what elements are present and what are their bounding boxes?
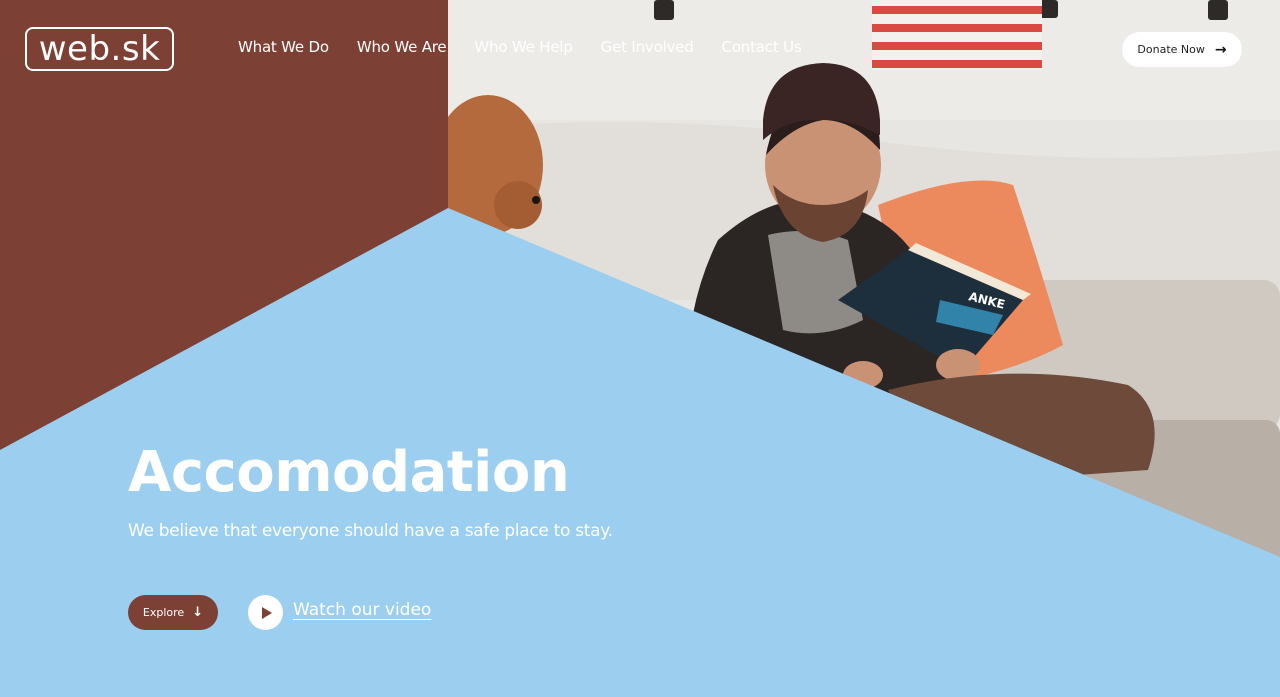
donate-button[interactable]: Donate Now → xyxy=(1122,32,1242,67)
site-logo[interactable]: web.sk xyxy=(25,27,174,71)
nav-item-get-involved[interactable]: Get Involved xyxy=(601,38,694,56)
main-nav: What We Do Who We Are Who We Help Get In… xyxy=(238,38,802,56)
explore-button[interactable]: Explore ↓ xyxy=(128,595,218,630)
logo-text: web.sk xyxy=(38,29,161,69)
hero-section: ANKE web.sk What We Do Who We Are Who We… xyxy=(0,0,1280,697)
play-video-button[interactable] xyxy=(248,595,283,630)
explore-label: Explore xyxy=(142,606,185,619)
arrow-right-icon: → xyxy=(1214,41,1227,58)
blue-diagonal-shape xyxy=(0,208,1280,697)
nav-item-who-we-are[interactable]: Who We Are xyxy=(357,38,447,56)
play-icon xyxy=(261,606,272,619)
hero-subtitle: We believe that everyone should have a s… xyxy=(128,521,613,541)
arrow-down-icon: ↓ xyxy=(192,605,204,620)
hero-title: Accomodation xyxy=(128,440,570,505)
watch-video-link[interactable]: Watch our video xyxy=(293,600,431,620)
nav-item-contact-us[interactable]: Contact Us xyxy=(722,38,802,56)
donate-label: Donate Now xyxy=(1137,43,1205,56)
nav-item-who-we-help[interactable]: Who We Help xyxy=(474,38,572,56)
nav-item-what-we-do[interactable]: What We Do xyxy=(238,38,329,56)
